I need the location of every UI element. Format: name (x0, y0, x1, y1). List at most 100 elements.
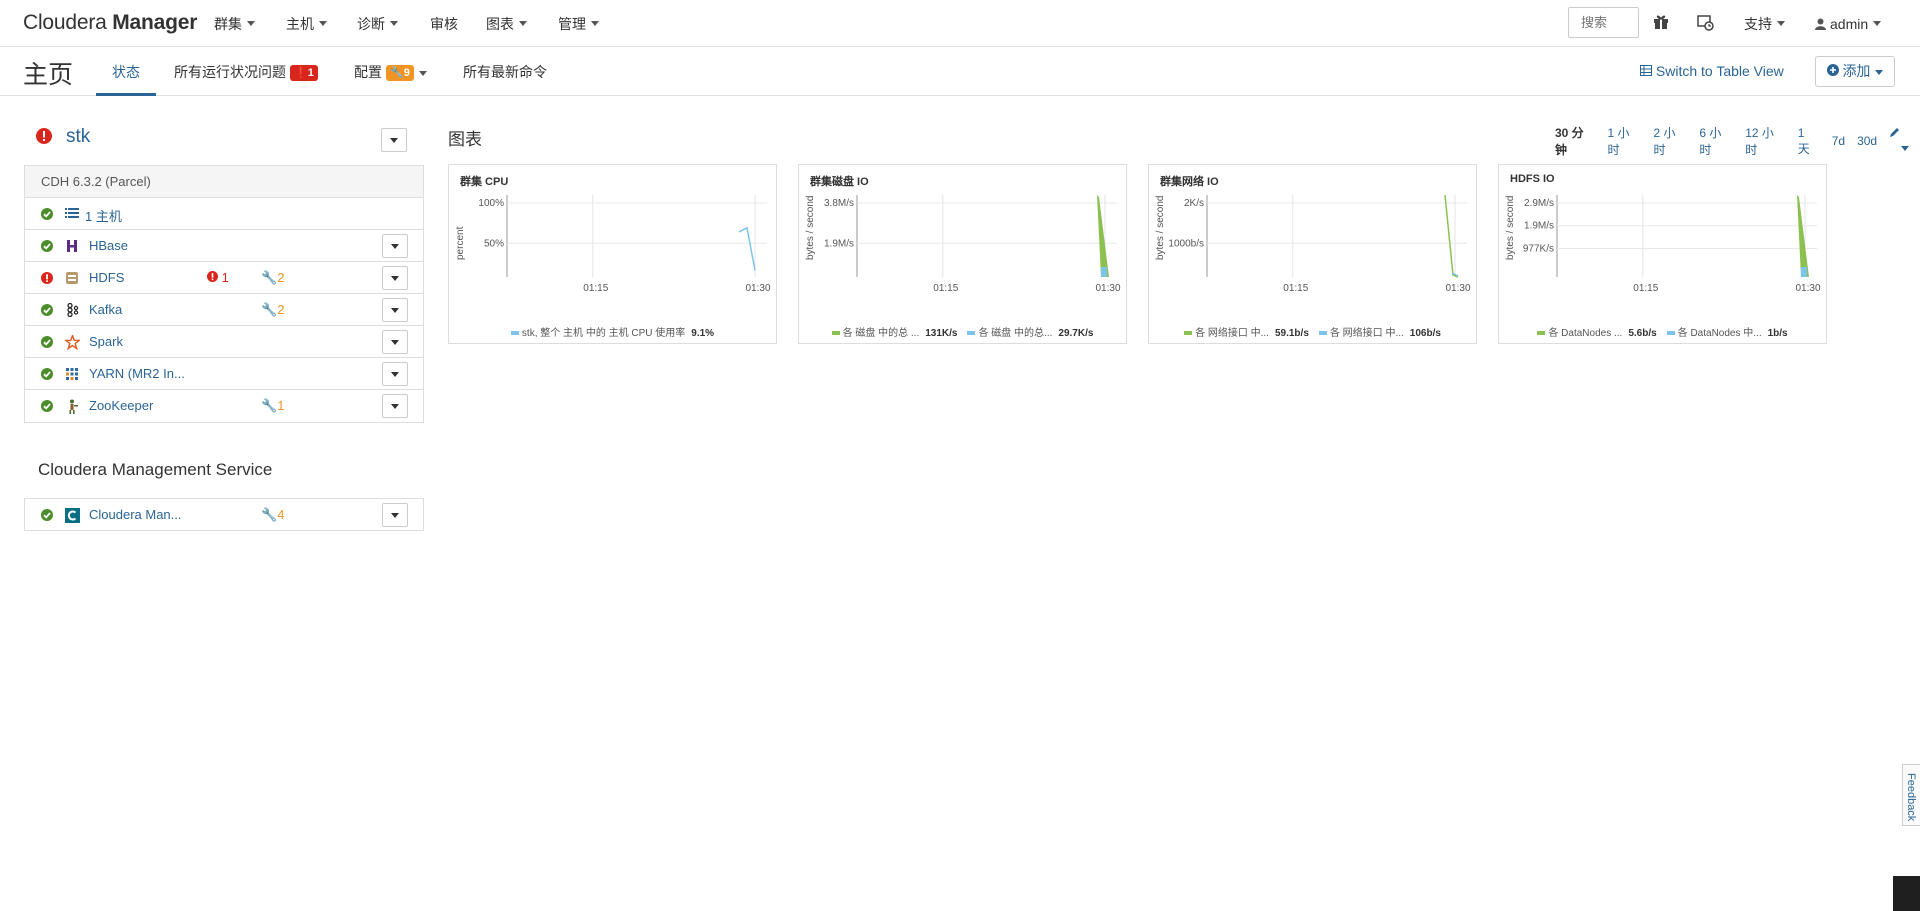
nav-menu-audits[interactable]: 审核 (430, 0, 458, 47)
nav-menu-admin[interactable]: 管理 (558, 0, 599, 47)
gift-icon[interactable] (1652, 13, 1672, 33)
legend-item[interactable]: 各 DataNodes 中... 1b/s (1666, 324, 1788, 339)
legend-item[interactable]: 各 DataNodes ... 5.6b/s (1537, 324, 1657, 339)
running-commands-icon[interactable] (1696, 13, 1716, 33)
tab-label: 配置 (354, 64, 382, 80)
bad-health-icon (207, 271, 218, 282)
service-actions-dropdown[interactable] (382, 266, 408, 290)
service-row-spark: Spark (25, 326, 423, 358)
health-count: 1 (221, 270, 229, 285)
service-link-hbase[interactable]: HBase (89, 238, 128, 253)
user-menu[interactable]: admin (1815, 0, 1882, 47)
chart-plot: bytes / second 01:15 01:30 2.9M/s 1.9M/s 977K… (1505, 195, 1821, 294)
time-range-30m[interactable]: 30 分钟 (1555, 124, 1596, 158)
y-axis-label: bytes / second (805, 196, 816, 260)
config-issues-link[interactable]: 🔧1 (261, 398, 284, 414)
service-link-cloudera-management[interactable]: Cloudera Man... (89, 507, 182, 522)
nav-menu-support[interactable]: 支持 (1744, 0, 1785, 47)
cloudera-management-icon (65, 508, 80, 526)
time-range-2h[interactable]: 2 小时 (1653, 124, 1687, 158)
top-navbar: Cloudera Manager 群集 主机 诊断 审核 图表 管理 支持 ad… (0, 0, 1920, 47)
time-range-1d[interactable]: 1 天 (1798, 126, 1820, 157)
corner-widget[interactable] (1893, 876, 1920, 911)
time-range-30d[interactable]: 30d (1857, 134, 1877, 148)
tab-configuration[interactable]: 配置 🔧9 (354, 48, 427, 96)
config-issues-link[interactable]: 🔧2 (261, 270, 284, 286)
config-issues-link[interactable]: 🔧2 (261, 302, 284, 318)
health-issues-link[interactable]: 1 (207, 270, 229, 285)
series-line (1444, 194, 1459, 278)
series-area (1097, 195, 1109, 277)
time-range-12h[interactable]: 12 小时 (1745, 124, 1786, 158)
legend-item[interactable]: stk, 整个 主机 中的 主机 CPU 使用率 9.1% (510, 324, 715, 339)
nav-menu-clusters[interactable]: 群集 (214, 0, 255, 47)
wrench-icon: 🔧 (261, 507, 278, 522)
button-label: 添加 (1842, 63, 1871, 79)
legend-value: 9.1% (691, 328, 715, 339)
wrench-icon: 🔧 (261, 398, 278, 413)
caret-down-icon (391, 512, 399, 518)
chart-card[interactable]: 群集磁盘 IO bytes / second 01:15 01:30 3.8M/s 1.9… (798, 164, 1127, 344)
good-health-icon (41, 240, 53, 255)
switch-to-table-view-link[interactable]: Switch to Table View (1640, 63, 1784, 79)
legend-item[interactable]: 各 网络接口 中... 106b/s (1318, 324, 1441, 339)
tab-recent-commands[interactable]: 所有最新命令 (463, 48, 547, 96)
service-actions-dropdown[interactable] (382, 330, 408, 354)
chart-edit-dropdown[interactable] (1889, 127, 1920, 155)
time-range-1h[interactable]: 1 小时 (1608, 124, 1642, 158)
feedback-tab[interactable]: Feedback (1902, 764, 1920, 826)
tab-label: 所有运行状况问题 (174, 64, 286, 80)
legend-item[interactable]: 各 网络接口 中... 59.1b/s (1184, 324, 1309, 339)
service-actions-dropdown[interactable] (382, 234, 408, 258)
legend-swatch (831, 331, 840, 336)
chart-card[interactable]: HDFS IO bytes / second 01:15 01:30 2.9M/s 1.9… (1498, 164, 1827, 344)
config-issues-link[interactable]: 🔧4 (261, 507, 284, 523)
service-actions-dropdown[interactable] (382, 362, 408, 386)
x-tick-label: 01:30 (1445, 283, 1470, 294)
nav-menu-charts[interactable]: 图表 (486, 0, 527, 47)
search-input[interactable] (1568, 7, 1639, 38)
brand-logo[interactable]: Cloudera Manager (23, 11, 197, 35)
series-line (738, 226, 756, 271)
chart-card[interactable]: 群集网络 IO bytes / second 01:15 01:30 2K/s 1000b… (1148, 164, 1477, 344)
time-range-7d[interactable]: 7d (1832, 134, 1845, 148)
tab-status[interactable]: 状态 (96, 48, 156, 96)
legend-value: 5.6b/s (1628, 328, 1657, 339)
cluster-name-link[interactable]: stk (66, 126, 90, 148)
nav-menu-label: 诊断 (357, 15, 385, 32)
kafka-icon (65, 302, 79, 320)
time-range-selector: 30 分钟 1 小时 2 小时 6 小时 12 小时 1 天 7d 30d (1543, 124, 1920, 158)
service-link-hdfs[interactable]: HDFS (89, 270, 124, 285)
hosts-link[interactable]: 1 主机 (85, 206, 122, 225)
nav-menu-label: 支持 (1744, 15, 1772, 32)
legend-swatch (1666, 331, 1675, 336)
tab-label: 状态 (112, 64, 140, 80)
service-link-yarn[interactable]: YARN (MR2 In... (89, 366, 185, 381)
legend-item[interactable]: 各 磁盘 中的总 ... 131K/s (831, 324, 957, 339)
cluster-actions-dropdown[interactable] (381, 128, 407, 152)
service-link-kafka[interactable]: Kafka (89, 302, 122, 317)
tab-label: 所有最新命令 (463, 64, 547, 80)
x-tick-label: 01:30 (1095, 283, 1120, 294)
service-actions-dropdown[interactable] (382, 394, 408, 418)
caret-down-icon (391, 243, 399, 249)
brand-bold: Manager (112, 11, 198, 34)
chart-card[interactable]: 群集 CPU percent 01:15 01:30 100% 50% stk, 整个 主机… (448, 164, 777, 344)
caret-down-icon (418, 70, 427, 76)
service-actions-dropdown[interactable] (382, 503, 408, 527)
x-tick-label: 01:15 (1633, 283, 1658, 294)
caret-down-icon (391, 403, 399, 409)
series-area (1797, 195, 1809, 277)
service-link-zookeeper[interactable]: ZooKeeper (89, 398, 153, 413)
tab-all-health-issues[interactable]: 所有运行状况问题 ❗1 (174, 48, 318, 96)
nav-menu-hosts[interactable]: 主机 (286, 0, 327, 47)
legend-item[interactable]: 各 磁盘 中的总... 29.7K/s (967, 324, 1093, 339)
service-actions-dropdown[interactable] (382, 298, 408, 322)
nav-menu-diagnostics[interactable]: 诊断 (357, 0, 398, 47)
time-range-6h[interactable]: 6 小时 (1699, 124, 1733, 158)
caret-down-icon (319, 21, 327, 26)
add-button[interactable]: 添加 (1815, 56, 1895, 87)
service-row-kafka: Kafka 🔧2 (25, 294, 423, 326)
cdh-version: CDH 6.3.2 (Parcel) (25, 166, 423, 198)
service-link-spark[interactable]: Spark (89, 334, 123, 349)
